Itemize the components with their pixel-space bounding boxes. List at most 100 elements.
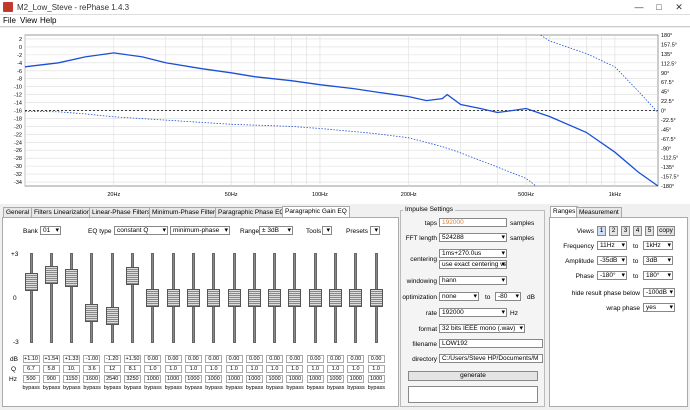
band-bypass-toggle[interactable]: bypass [63, 384, 80, 392]
tools-menu[interactable] [322, 226, 332, 235]
view-1-button[interactable]: 1 [597, 226, 606, 236]
tab-linear-phase-filters[interactable]: Linear-Phase Filters [89, 207, 154, 217]
band-q-field[interactable]: 1.0 [347, 365, 365, 373]
band-bypass-toggle[interactable]: bypass [246, 384, 263, 392]
band-db-field[interactable]: 0.00 [286, 355, 304, 363]
frequency-from-select[interactable]: 11Hz [597, 241, 627, 250]
band-bypass-toggle[interactable]: bypass [266, 384, 283, 392]
optimization-select[interactable]: none [439, 292, 479, 301]
band-slider-thumb[interactable] [105, 307, 119, 325]
band-q-field[interactable]: 1.0 [225, 365, 243, 373]
tab-general[interactable]: General [3, 207, 33, 217]
phase-to-select[interactable]: 180° [643, 271, 673, 280]
band-hz-field[interactable]: 900 [42, 375, 60, 383]
band-q-field[interactable]: 1.0 [144, 365, 162, 373]
centering-select[interactable]: 1ms+270.0us [439, 249, 507, 258]
band-bypass-toggle[interactable]: bypass [144, 384, 161, 392]
band-hz-field[interactable]: 1000 [225, 375, 243, 383]
view-4-button[interactable]: 4 [633, 226, 642, 236]
band-bypass-toggle[interactable]: bypass [83, 384, 100, 392]
band-q-field[interactable]: 1.0 [164, 365, 182, 373]
band-hz-field[interactable]: 1000 [286, 375, 304, 383]
band-db-field[interactable]: 0.00 [347, 355, 365, 363]
band-q-field[interactable]: 1.0 [184, 365, 202, 373]
band-slider-track[interactable] [70, 253, 74, 343]
band-bypass-toggle[interactable]: bypass [23, 384, 40, 392]
band-bypass-toggle[interactable]: bypass [205, 384, 222, 392]
band-db-field[interactable]: +1.50 [124, 355, 141, 363]
band-hz-field[interactable]: 1000 [205, 375, 223, 383]
band-slider-thumb[interactable] [288, 289, 302, 307]
presets-menu[interactable] [370, 226, 380, 235]
close-button[interactable]: ✕ [672, 1, 686, 13]
amplitude-to-select[interactable]: 3dB [643, 256, 673, 265]
band-q-field[interactable]: 8.1 [124, 365, 141, 373]
windowing-select[interactable]: hann [439, 276, 507, 285]
band-db-field[interactable]: 0.00 [306, 355, 324, 363]
amplitude-from-select[interactable]: -35dB [597, 256, 627, 265]
band-q-field[interactable]: 1.0 [367, 365, 385, 373]
band-slider-thumb[interactable] [85, 304, 99, 322]
band-bypass-toggle[interactable]: bypass [43, 384, 60, 392]
band-db-field[interactable]: 0.00 [225, 355, 243, 363]
band-slider-track[interactable] [90, 253, 94, 343]
band-db-field[interactable]: 0.00 [367, 355, 385, 363]
centering-mode-select[interactable]: use exact centering value [439, 260, 507, 269]
band-db-field[interactable]: 0.00 [164, 355, 182, 363]
format-select[interactable]: 32 bits IEEE mono (.wav) [439, 324, 525, 333]
band-q-field[interactable]: 5.8 [42, 365, 60, 373]
band-q-field[interactable]: 6.7 [22, 365, 40, 373]
wrap-phase-select[interactable]: yes [643, 303, 675, 312]
directory-field[interactable]: C:/Users/Steve HP/Documents/M [439, 354, 543, 363]
band-q-field[interactable]: 1.0 [205, 365, 223, 373]
taps-field[interactable]: 192000 [439, 218, 507, 227]
view-5-button[interactable]: 5 [645, 226, 654, 236]
band-slider-thumb[interactable] [126, 266, 139, 285]
tab-ranges[interactable]: Ranges [550, 206, 579, 217]
band-hz-field[interactable]: 500 [22, 375, 40, 383]
band-hz-field[interactable]: 1000 [367, 375, 385, 383]
band-slider-thumb[interactable] [369, 289, 383, 307]
view-2-button[interactable]: 2 [609, 226, 618, 236]
band-q-field[interactable]: 1.0 [306, 365, 324, 373]
filename-field[interactable]: LOW192 [439, 339, 543, 348]
band-hz-field[interactable]: 1000 [347, 375, 365, 383]
hide-phase-select[interactable]: -100dB [643, 288, 675, 297]
tab-paragraphic-gain-eq[interactable]: Paragraphic Gain EQ [282, 206, 350, 217]
band-q-field[interactable]: 3.6 [83, 365, 101, 373]
band-hz-field[interactable]: 1000 [306, 375, 324, 383]
band-db-field[interactable]: +1.10 [22, 355, 40, 363]
band-hz-field[interactable]: 1000 [245, 375, 263, 383]
eq-type-select[interactable]: constant Q [114, 226, 168, 235]
phase-mode-select[interactable]: minimum-phase [170, 226, 230, 235]
band-hz-field[interactable]: 1600 [83, 375, 101, 383]
menu-file[interactable]: File [3, 16, 16, 25]
menu-view[interactable]: View [20, 16, 37, 25]
band-bypass-toggle[interactable]: bypass [286, 384, 303, 392]
band-q-field[interactable]: 1.0 [266, 365, 284, 373]
tab-measurement[interactable]: Measurement [576, 207, 622, 217]
generate-button[interactable]: generate [408, 371, 538, 381]
frequency-to-select[interactable]: 1kHz [643, 241, 673, 250]
band-hz-field[interactable]: 1000 [266, 375, 284, 383]
band-q-field[interactable]: 12 [103, 365, 121, 373]
band-slider-thumb[interactable] [166, 289, 180, 307]
minimize-button[interactable]: — [632, 1, 646, 13]
band-db-field[interactable]: 0.00 [266, 355, 284, 363]
band-bypass-toggle[interactable]: bypass [307, 384, 324, 392]
tab-paragraphic-phase-eq[interactable]: Paragraphic Phase EQ [215, 207, 288, 217]
view-3-button[interactable]: 3 [621, 226, 630, 236]
fft-select[interactable]: 524288 [439, 233, 507, 242]
band-slider-thumb[interactable] [24, 272, 38, 291]
band-q-field[interactable]: 10. [63, 365, 81, 373]
band-slider-track[interactable] [29, 253, 33, 343]
band-slider-thumb[interactable] [186, 289, 200, 307]
tab-filters-linearization[interactable]: Filters Linearization [31, 207, 94, 217]
phase-from-select[interactable]: -180° [597, 271, 627, 280]
band-slider-thumb[interactable] [247, 289, 261, 307]
band-hz-field[interactable]: 1000 [144, 375, 162, 383]
band-hz-field[interactable]: 3250 [124, 375, 141, 383]
band-db-field[interactable]: +1.54 [42, 355, 60, 363]
band-bypass-toggle[interactable]: bypass [347, 384, 364, 392]
band-hz-field[interactable]: 1000 [164, 375, 182, 383]
